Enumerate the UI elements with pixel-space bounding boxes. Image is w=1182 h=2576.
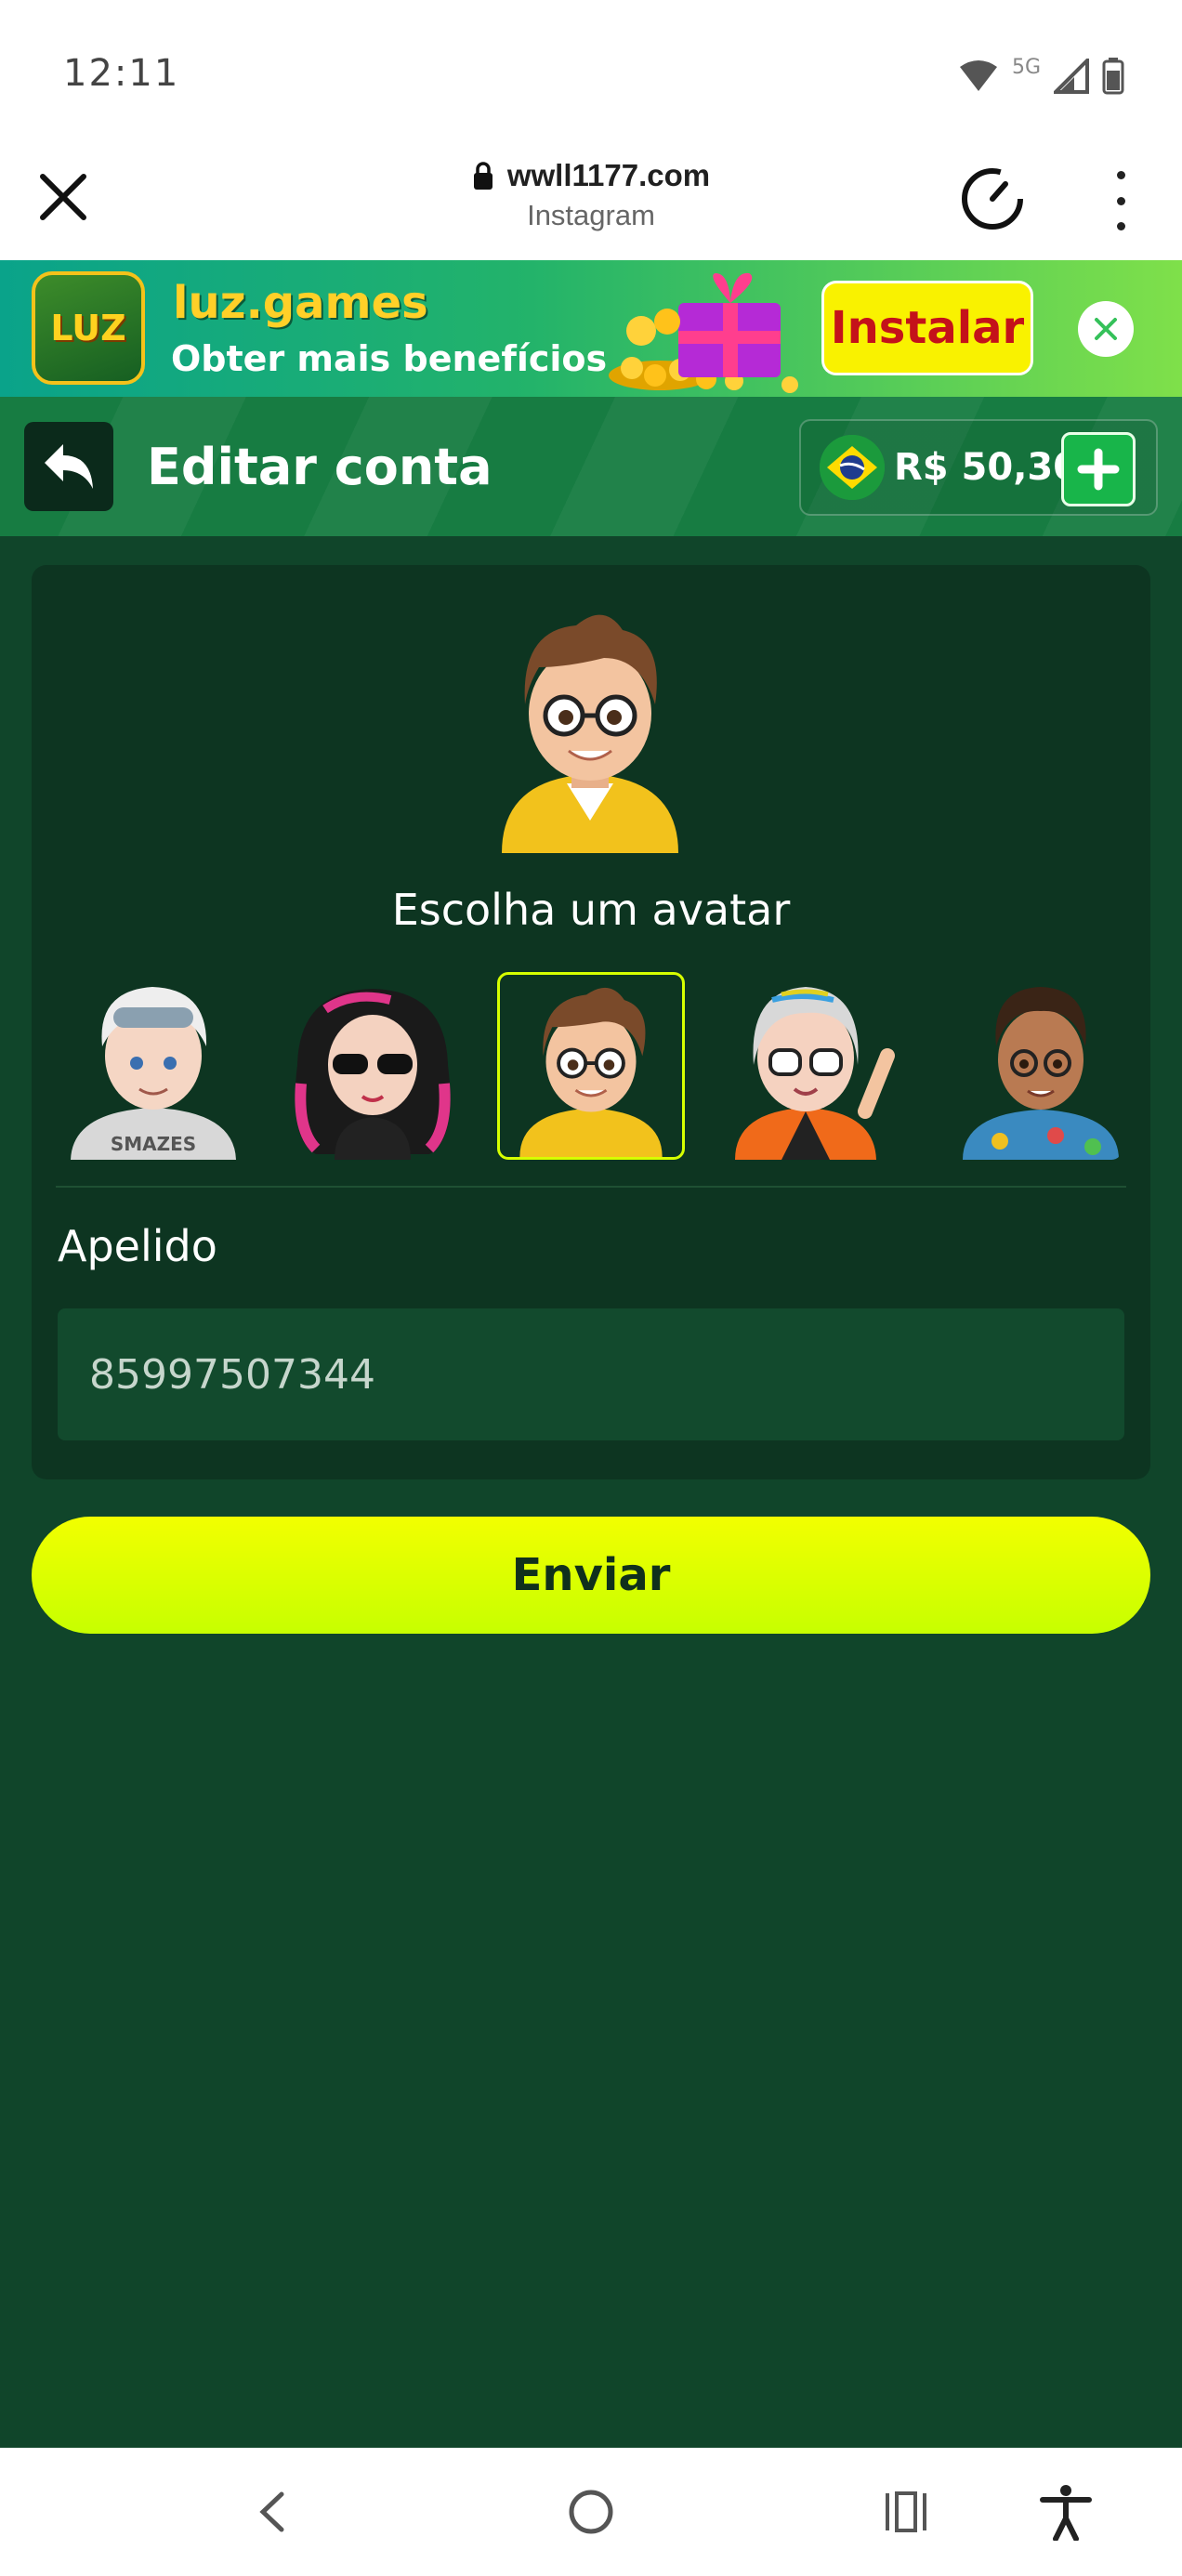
home-circle-icon xyxy=(569,2490,613,2534)
back-button[interactable] xyxy=(24,422,113,511)
nav-home-button[interactable] xyxy=(558,2479,624,2544)
lock-icon xyxy=(473,162,492,190)
app-header: Editar conta R$ 50,30 xyxy=(0,397,1182,536)
avatar-option-5[interactable] xyxy=(935,972,1123,1160)
signal-icon xyxy=(1054,59,1089,94)
avatar-picker: SMAZES xyxy=(59,972,1123,1160)
recents-icon xyxy=(886,2491,926,2532)
back-arrow-icon xyxy=(45,444,93,489)
app-logo: LUZ xyxy=(32,271,145,385)
app-tagline: Obter mais benefícios xyxy=(171,338,608,379)
page-title: Editar conta xyxy=(147,438,492,496)
choose-avatar-label: Escolha um avatar xyxy=(391,885,791,935)
gift-coins-illustration xyxy=(609,272,798,393)
app-name: luz.games xyxy=(173,277,428,329)
submit-button[interactable]: Enviar xyxy=(32,1517,1150,1634)
network-label: 5G xyxy=(1011,55,1041,79)
chevron-left-icon xyxy=(259,2491,284,2532)
balance-display: R$ 50,30 xyxy=(799,419,1158,516)
accessibility-icon xyxy=(1040,2485,1092,2541)
nav-back-button[interactable] xyxy=(240,2479,305,2544)
account-edit-card: Escolha um avatar SMAZES Apelido 8599750… xyxy=(32,565,1150,1479)
svg-text:SMAZES: SMAZES xyxy=(111,1133,196,1155)
browser-toolbar: wwll1177.com Instagram xyxy=(0,149,1182,260)
status-time: 12:11 xyxy=(63,52,180,95)
install-app-button[interactable]: Instalar xyxy=(821,281,1033,375)
plus-icon xyxy=(1077,448,1120,491)
current-avatar xyxy=(502,614,678,853)
deposit-button[interactable] xyxy=(1061,432,1136,506)
close-icon xyxy=(1095,318,1117,340)
nickname-input[interactable] xyxy=(58,1308,1124,1440)
url-text: wwll1177.com xyxy=(506,158,711,192)
brazil-flag-icon xyxy=(820,435,885,500)
avatar-option-1[interactable]: SMAZES xyxy=(59,972,247,1160)
status-icons: 5G xyxy=(958,54,1124,99)
timer-icon xyxy=(962,168,1023,230)
battery-icon xyxy=(1102,58,1124,95)
more-options-button[interactable] xyxy=(1102,171,1139,230)
system-navigation-bar xyxy=(0,2448,1182,2576)
status-bar: 12:11 5G xyxy=(0,0,1182,149)
avatar-option-2[interactable] xyxy=(279,972,466,1160)
avatar-option-3[interactable] xyxy=(497,972,685,1160)
more-vert-icon xyxy=(1116,171,1125,179)
wifi-icon xyxy=(959,60,997,91)
accessibility-button[interactable] xyxy=(1033,2479,1098,2544)
nickname-label: Apelido xyxy=(58,1221,217,1271)
close-banner-button[interactable] xyxy=(1078,301,1134,357)
install-banner: LUZ luz.games Obter mais benefícios Inst… xyxy=(0,260,1182,397)
page-speed-button[interactable] xyxy=(957,164,1028,234)
nav-recents-button[interactable] xyxy=(873,2479,939,2544)
avatar-option-4[interactable] xyxy=(716,972,904,1160)
balance-amount: R$ 50,30 xyxy=(894,446,1080,489)
divider xyxy=(56,1186,1126,1188)
